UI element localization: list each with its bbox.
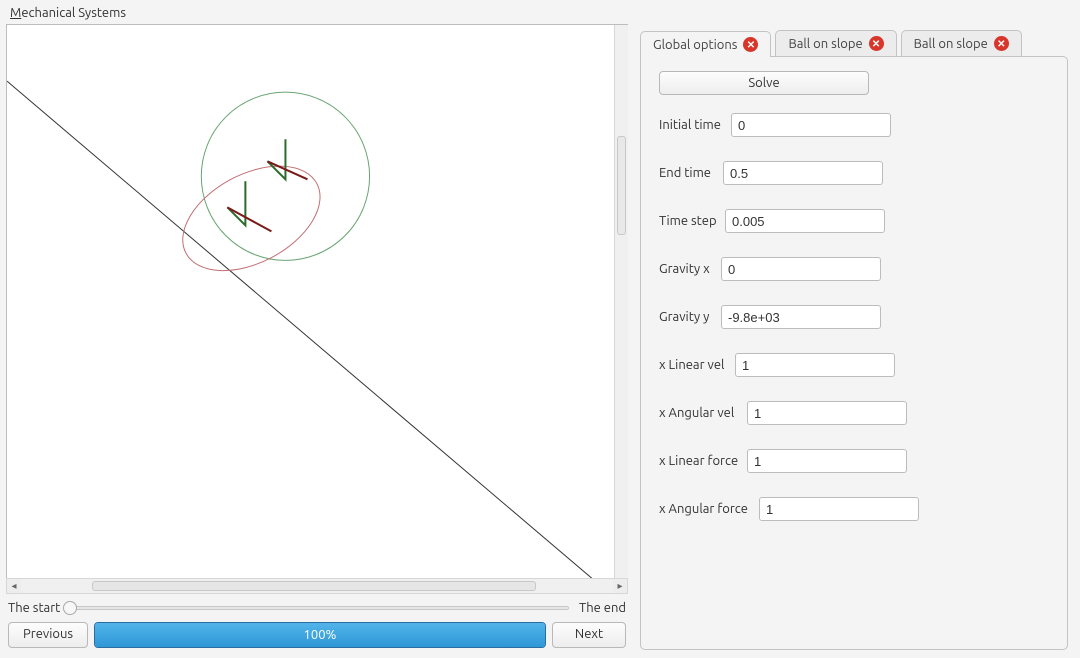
field-label: x Angular force (659, 502, 753, 516)
horizontal-scrollbar[interactable]: ◂ ▸ (6, 578, 628, 594)
close-icon[interactable]: ✕ (994, 36, 1009, 51)
x-angular-force-input[interactable] (759, 497, 919, 521)
x-linear-force-input[interactable] (747, 449, 907, 473)
left-column: ◂ ▸ The start The end Previous 100% (6, 24, 628, 650)
field-label: Gravity x (659, 262, 715, 276)
field-x-angular-force: x Angular force (659, 497, 1049, 521)
close-icon[interactable]: ✕ (743, 37, 758, 52)
field-x-linear-force: x Linear force (659, 449, 1049, 473)
field-initial-time: Initial time (659, 113, 1049, 137)
horizontal-scroll-thumb[interactable] (92, 581, 536, 591)
horizontal-scroll-track[interactable] (21, 579, 613, 593)
time-slider[interactable] (70, 600, 569, 616)
scroll-left-icon[interactable]: ◂ (7, 579, 21, 593)
slider-track (70, 606, 569, 610)
field-x-angular-vel: x Angular vel (659, 401, 1049, 425)
field-gravity-x: Gravity x (659, 257, 1049, 281)
x-angular-vel-input[interactable] (747, 401, 907, 425)
x-linear-vel-input[interactable] (735, 353, 895, 377)
main-content: ◂ ▸ The start The end Previous 100% (6, 24, 1074, 650)
previous-button[interactable]: Previous (8, 622, 88, 648)
slider-knob[interactable] (63, 601, 77, 615)
close-icon[interactable]: ✕ (869, 36, 884, 51)
initial-time-input[interactable] (731, 113, 891, 137)
tab-global-options[interactable]: Global options ✕ (640, 31, 771, 57)
slider-start-label: The start (8, 601, 60, 615)
playback-controls: Previous 100% Next (6, 620, 628, 650)
gravity-y-input[interactable] (721, 305, 881, 329)
field-x-linear-vel: x Linear vel (659, 353, 1049, 377)
gravity-x-input[interactable] (721, 257, 881, 281)
next-button[interactable]: Next (552, 622, 626, 648)
progress-text: 100% (95, 623, 545, 647)
field-time-step: Time step (659, 209, 1049, 233)
field-label: Gravity y (659, 310, 715, 324)
field-label: x Linear force (659, 454, 741, 468)
tab-ball-on-slope-2[interactable]: Ball on slope ✕ (901, 30, 1022, 56)
right-column: Global options ✕ Ball on slope ✕ Ball on… (634, 24, 1074, 650)
vertical-scrollbar[interactable] (614, 25, 628, 578)
tab-label: Ball on slope (914, 37, 988, 51)
scroll-right-icon[interactable]: ▸ (613, 579, 627, 593)
field-label: x Angular vel (659, 406, 741, 420)
field-label: x Linear vel (659, 358, 729, 372)
tab-ball-on-slope-1[interactable]: Ball on slope ✕ (775, 30, 896, 56)
tab-strip: Global options ✕ Ball on slope ✕ Ball on… (634, 24, 1074, 56)
options-panel: Solve Initial time End time Time step Gr… (640, 56, 1068, 650)
app-window: Mechanical Systems (0, 0, 1080, 658)
window-title: echanical Systems (21, 6, 126, 20)
time-slider-row: The start The end (6, 594, 628, 620)
field-label: End time (659, 166, 717, 180)
vertical-scroll-thumb[interactable] (617, 136, 626, 236)
progress-bar: 100% (94, 622, 546, 648)
title-bar: Mechanical Systems (6, 4, 1074, 24)
time-step-input[interactable] (725, 209, 885, 233)
field-end-time: End time (659, 161, 1049, 185)
tab-label: Ball on slope (788, 37, 862, 51)
field-label: Time step (659, 214, 719, 228)
end-time-input[interactable] (723, 161, 883, 185)
scene-svg (7, 25, 628, 578)
field-label: Initial time (659, 118, 725, 132)
slider-end-label: The end (579, 601, 626, 615)
field-gravity-y: Gravity y (659, 305, 1049, 329)
tab-label: Global options (653, 38, 737, 52)
solve-button[interactable]: Solve (659, 71, 869, 95)
simulation-canvas[interactable] (6, 24, 628, 578)
